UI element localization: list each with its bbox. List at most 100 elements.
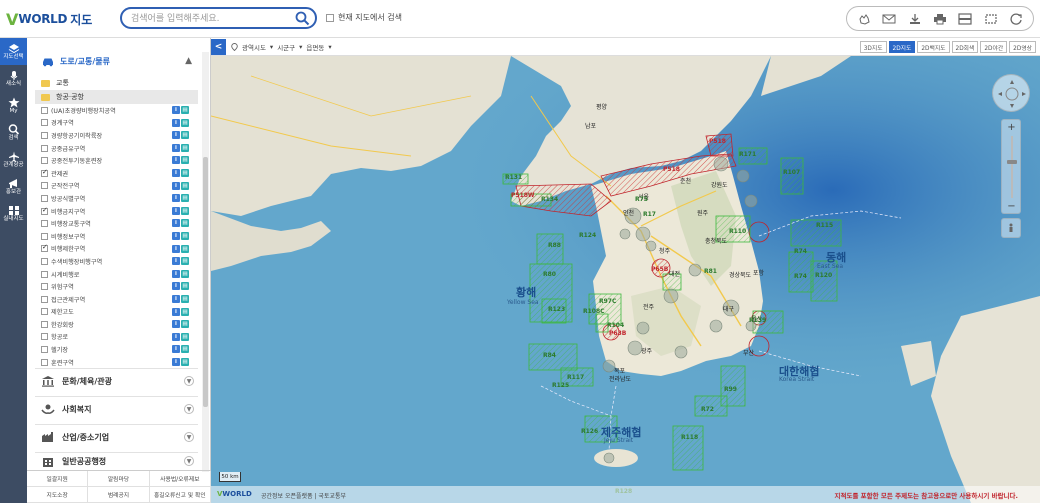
- breadcrumb-sigungu[interactable]: 시군구: [277, 42, 295, 52]
- zone-label[interactable]: R126: [581, 428, 598, 435]
- info-icon[interactable]: i: [172, 332, 180, 341]
- zone-label[interactable]: R88: [548, 242, 561, 249]
- chevron-down-icon[interactable]: ▼: [184, 404, 194, 414]
- layer-row[interactable]: 한강회랑 i ▤: [41, 318, 203, 331]
- layer-checkbox[interactable]: [41, 144, 48, 152]
- vworld-logo[interactable]: V WORLD 지도: [6, 9, 92, 29]
- chevron-up-icon[interactable]: ▲: [185, 56, 192, 66]
- breadcrumb-sido[interactable]: 광역시도: [242, 42, 266, 52]
- link-report[interactable]: 홍길오류신고 및 확인: [149, 487, 211, 503]
- chevron-down-icon[interactable]: ▼: [184, 432, 194, 442]
- info-icon[interactable]: i: [172, 294, 180, 303]
- section-culture[interactable]: 문화/체육/관광 ▼: [35, 368, 198, 393]
- layer-row[interactable]: 훈련구역 i ▤: [41, 356, 203, 369]
- layer-checkbox[interactable]: [41, 283, 48, 291]
- restricted-zone-label[interactable]: P63B: [609, 330, 626, 337]
- info-icon[interactable]: i: [172, 269, 180, 278]
- layer-row[interactable]: 제한고도 i ▤: [41, 306, 203, 319]
- layer-checkbox[interactable]: [41, 168, 48, 177]
- zone-label[interactable]: R134: [541, 196, 558, 203]
- checkbox[interactable]: [326, 13, 334, 22]
- street-view-button[interactable]: [1001, 218, 1021, 238]
- legend-icon[interactable]: ▤: [181, 156, 189, 165]
- layer-checkbox[interactable]: [41, 308, 48, 316]
- info-icon[interactable]: i: [172, 194, 180, 203]
- layer-checkbox[interactable]: [41, 320, 48, 328]
- tab-2d-satellite[interactable]: 2D영상: [1009, 41, 1036, 53]
- layer-row[interactable]: 위험구역 i ▤: [41, 280, 203, 293]
- info-icon[interactable]: i: [172, 206, 180, 215]
- zone-label[interactable]: R110: [729, 228, 746, 235]
- legend-icon[interactable]: ▤: [181, 168, 189, 177]
- zone-label[interactable]: R74: [794, 273, 807, 280]
- section-admin[interactable]: 일반공공행정 ▼: [35, 452, 198, 470]
- zoom-control[interactable]: + −: [1001, 119, 1021, 214]
- layer-row[interactable]: 비행정보구역 i ▤: [41, 230, 203, 243]
- zoom-slider-track[interactable]: [1011, 136, 1013, 198]
- layer-row[interactable]: 공중전투기동훈련장 i ▤: [41, 154, 203, 167]
- info-icon[interactable]: i: [172, 307, 180, 316]
- layer-checkbox[interactable]: [41, 333, 48, 341]
- folder-traffic[interactable]: 교통: [35, 76, 198, 90]
- legend-icon[interactable]: ▤: [181, 231, 189, 240]
- legend-icon[interactable]: ▤: [181, 320, 189, 329]
- info-icon[interactable]: i: [172, 118, 180, 127]
- download-icon[interactable]: [906, 11, 924, 27]
- layer-checkbox[interactable]: [41, 106, 48, 114]
- legend-icon[interactable]: ▤: [181, 282, 189, 291]
- tab-2d-night[interactable]: 2D야간: [980, 41, 1008, 53]
- zone-label[interactable]: R123: [548, 306, 565, 313]
- layer-row[interactable]: 관제권 i▤: [41, 167, 203, 180]
- zoom-slider-handle[interactable]: [1007, 160, 1017, 164]
- layer-checkbox[interactable]: [41, 295, 48, 303]
- split-screen-icon[interactable]: [956, 11, 974, 27]
- zone-label[interactable]: R118: [681, 434, 698, 441]
- layer-checkbox[interactable]: [41, 157, 48, 165]
- tab-2d[interactable]: 2D지도: [888, 41, 916, 53]
- layer-checkbox[interactable]: [41, 257, 48, 265]
- layer-row[interactable]: 공중급유구역 i ▤: [41, 142, 203, 155]
- zone-label[interactable]: R108C: [583, 308, 605, 315]
- info-icon[interactable]: i: [172, 357, 180, 366]
- zone-label[interactable]: R81: [704, 268, 717, 275]
- layer-checkbox[interactable]: [41, 206, 48, 215]
- layer-row[interactable]: 경량항공기이착륙장 i ▤: [41, 129, 203, 142]
- info-icon[interactable]: i: [172, 282, 180, 291]
- link-legend[interactable]: 범례공지: [88, 487, 150, 503]
- scrollbar-thumb[interactable]: [203, 157, 208, 407]
- zone-label[interactable]: R115: [816, 222, 833, 229]
- layer-row[interactable]: 비행금지구역 i▤: [41, 205, 203, 218]
- folder-aviation[interactable]: 항공·공항: [35, 90, 198, 104]
- nav-map-select[interactable]: 지도선택: [0, 38, 27, 65]
- info-icon[interactable]: i: [172, 231, 180, 240]
- legend-icon[interactable]: ▤: [181, 269, 189, 278]
- nav-aviation[interactable]: 관계항공: [0, 146, 27, 173]
- zoom-out-icon[interactable]: −: [1006, 201, 1017, 212]
- chevron-down-icon[interactable]: ▼: [184, 456, 194, 466]
- restricted-zone-label[interactable]: P518: [663, 166, 680, 173]
- layer-checkbox[interactable]: [41, 358, 48, 366]
- section-industry[interactable]: 산업/중소기업 ▼: [35, 424, 198, 449]
- zoom-in-icon[interactable]: +: [1006, 122, 1017, 133]
- layer-checkbox[interactable]: [41, 119, 48, 127]
- zone-label[interactable]: R97C: [599, 298, 616, 305]
- category-header[interactable]: 도로/교통/물류 ▲: [27, 52, 198, 70]
- legend-icon[interactable]: ▤: [181, 219, 189, 228]
- legend-icon[interactable]: ▤: [181, 345, 189, 354]
- nav-search[interactable]: 검색: [0, 119, 27, 146]
- layer-row[interactable]: (UA)초경량비행장치공역 i ▤: [41, 104, 203, 117]
- info-icon[interactable]: i: [172, 257, 180, 266]
- chevron-down-icon[interactable]: ▼: [184, 376, 194, 386]
- hand-icon[interactable]: [855, 11, 873, 27]
- link-collection[interactable]: 지도소장: [27, 487, 89, 503]
- legend-icon[interactable]: ▤: [181, 357, 189, 366]
- section-welfare[interactable]: 사회복지 ▼: [35, 396, 198, 421]
- zone-label[interactable]: R131: [505, 174, 522, 181]
- map-navigation-control[interactable]: [992, 74, 1030, 112]
- nav-news[interactable]: 새소식: [0, 65, 27, 92]
- info-icon[interactable]: i: [172, 345, 180, 354]
- info-icon[interactable]: i: [172, 181, 180, 190]
- layer-checkbox[interactable]: [41, 182, 48, 190]
- legend-icon[interactable]: ▤: [181, 244, 189, 253]
- zone-label[interactable]: R125: [552, 382, 569, 389]
